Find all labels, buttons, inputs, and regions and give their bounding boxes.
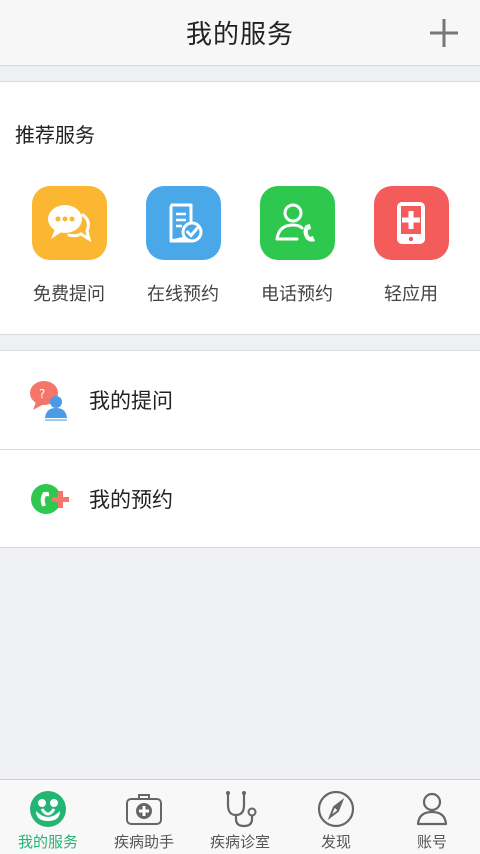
plus-icon [430,19,458,47]
tab-clinic[interactable]: 疾病诊室 [192,780,288,854]
user-icon [412,789,452,829]
document-check-icon [145,186,221,260]
compass-icon [316,789,356,829]
tab-label: 我的服务 [17,833,78,851]
top-navigation-bar: 我的服务 [0,0,480,66]
service-label: 免费提问 [33,284,105,305]
add-button[interactable] [428,17,460,49]
tab-label: 疾病助手 [113,833,174,851]
stethoscope-icon [220,789,260,829]
row-label: 我的提问 [89,389,173,413]
free-question-button[interactable]: 免费提问 [12,186,126,306]
medical-kit-icon [124,789,164,829]
phone-appointment-button[interactable]: 电话预约 [240,186,354,306]
person-phone-icon [259,186,335,260]
service-label: 电话预约 [261,284,333,305]
tab-label: 疾病诊室 [209,833,270,851]
phone-medical-icon [373,186,449,260]
row-label: 我的预约 [89,488,173,512]
tab-label: 账号 [416,833,447,851]
my-questions-row[interactable]: ? 我的提问 [0,351,480,450]
phone-plus-icon [31,484,69,514]
service-label: 在线预约 [147,284,219,305]
section-title: 推荐服务 [15,123,95,147]
my-appointments-row[interactable]: 我的预约 [0,450,480,548]
tab-discover[interactable]: 发现 [288,780,384,854]
tab-label: 发现 [320,833,351,851]
bottom-tab-bar: 我的服务 疾病助手 疾病诊室 发现 账号 [0,779,480,854]
tab-my-service[interactable]: 我的服务 [0,780,96,854]
question-person-icon: ? [30,381,67,421]
recommended-services-section: 推荐服务 免费提问 在线预约 电话预约 轻应用 [0,81,480,335]
svg-text:?: ? [39,387,45,401]
page-title: 我的服务 [185,20,294,50]
my-items-list: ? 我的提问 我的预约 [0,350,480,548]
chat-bubbles-icon [31,186,107,260]
online-appointment-button[interactable]: 在线预约 [126,186,240,306]
my-service-icon [28,789,68,829]
light-app-button[interactable]: 轻应用 [354,186,468,306]
service-label: 轻应用 [384,284,438,305]
tab-account[interactable]: 账号 [384,780,480,854]
tab-disease-assistant[interactable]: 疾病助手 [96,780,192,854]
